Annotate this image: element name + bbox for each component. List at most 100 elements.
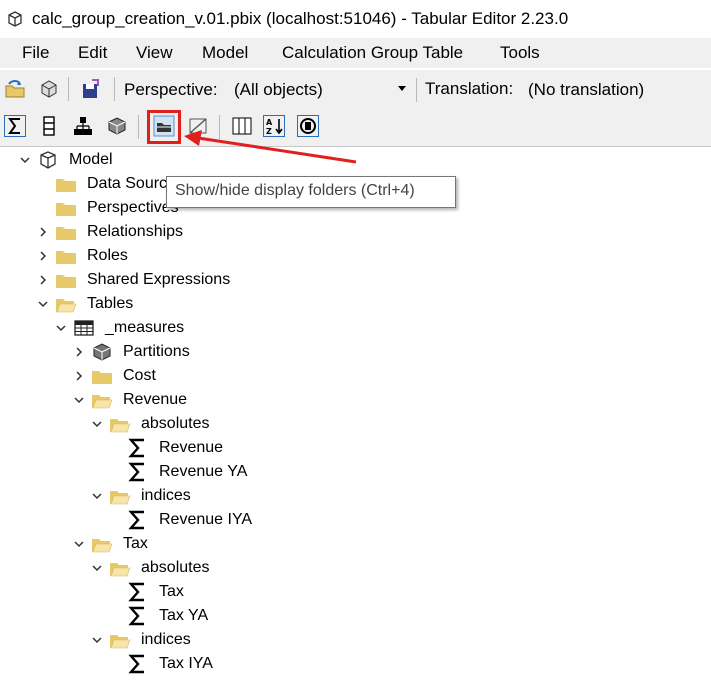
translation-dropdown[interactable]: (No translation)	[528, 76, 711, 102]
folder-open-icon	[110, 491, 131, 505]
tree-node-label: Tax IYA	[159, 655, 213, 672]
tree-node-revenue-absolutes[interactable]: absolutes	[0, 412, 711, 436]
chevron-down-icon[interactable]	[73, 394, 85, 406]
open-model-icon[interactable]	[4, 78, 26, 100]
folder-icon	[56, 275, 76, 288]
tree-node-label: indices	[141, 631, 191, 648]
show-hidden-icon[interactable]	[187, 115, 209, 137]
tree-node-label: Relationships	[87, 223, 184, 240]
tree-node-measure-revenue[interactable]: Revenue	[0, 436, 711, 460]
sigma-icon	[128, 582, 144, 602]
chevron-down-icon[interactable]	[91, 562, 103, 574]
chevron-down-icon[interactable]	[19, 154, 31, 166]
tree-node-cost[interactable]: Cost	[0, 364, 711, 388]
folder-icon	[56, 227, 76, 240]
svg-text:A: A	[266, 118, 273, 127]
show-columns-icon[interactable]	[38, 115, 60, 137]
tree-node-label: Tables	[87, 295, 134, 312]
chevron-right-icon[interactable]	[73, 346, 85, 358]
tree-node-label: Shared Expressions	[87, 271, 231, 288]
tree-node-measure-revenue-iya[interactable]: Revenue IYA	[0, 508, 711, 532]
toolbar-tree: A Z	[0, 108, 711, 147]
chevron-down-icon[interactable]	[37, 298, 49, 310]
folder-open-icon	[110, 419, 131, 433]
tree-node-label: Perspectives	[87, 199, 179, 216]
tree-node-measure-revenue-ya[interactable]: Revenue YA	[0, 460, 711, 484]
tree-node-revenue-indices[interactable]: indices	[0, 484, 711, 508]
show-all-columns-icon[interactable]	[231, 115, 253, 137]
tree-node-tax-absolutes[interactable]: absolutes	[0, 556, 711, 580]
save-model-icon[interactable]	[80, 78, 102, 100]
show-hierarchies-icon[interactable]	[72, 115, 94, 137]
tree-node-label: indices	[141, 487, 191, 504]
title-bar: calc_group_creation_v.01.pbix (localhost…	[0, 0, 711, 38]
toolbar-separator	[68, 77, 69, 101]
tree-node-tables[interactable]: Tables	[0, 292, 711, 316]
chevron-down-icon[interactable]	[73, 538, 85, 550]
tree-node-measures-table[interactable]: _measures	[0, 316, 711, 340]
menu-tools[interactable]: Tools	[500, 43, 540, 63]
folder-open-icon	[92, 395, 113, 409]
show-partitions-icon[interactable]	[106, 115, 128, 137]
tree-node-tax-indices[interactable]: indices	[0, 628, 711, 652]
model-tree[interactable]: Model Data Sources Perspectives Relation…	[0, 148, 711, 680]
chevron-down-icon[interactable]	[91, 418, 103, 430]
toolbar-separator	[138, 115, 139, 139]
chevron-down-icon	[398, 86, 406, 91]
model-cube-icon	[40, 151, 56, 169]
folder-open-icon	[110, 635, 131, 649]
window-title: calc_group_creation_v.01.pbix (localhost…	[32, 9, 569, 28]
tree-node-relationships[interactable]: Relationships	[0, 220, 711, 244]
tree-node-label: Model	[69, 151, 113, 168]
menu-view[interactable]: View	[136, 43, 173, 63]
folder-open-icon	[56, 299, 77, 313]
tree-node-partitions[interactable]: Partitions	[0, 340, 711, 364]
chevron-right-icon[interactable]	[37, 274, 49, 286]
menu-model[interactable]: Model	[202, 43, 248, 63]
table-icon	[74, 320, 94, 336]
tree-node-model[interactable]: Model	[0, 148, 711, 172]
chevron-down-icon[interactable]	[91, 490, 103, 502]
tree-node-label: Tax	[159, 583, 184, 600]
tree-node-revenue-folder[interactable]: Revenue	[0, 388, 711, 412]
tree-node-measure-tax[interactable]: Tax	[0, 580, 711, 604]
annotation-highlight-box	[147, 110, 181, 144]
tree-node-label: absolutes	[141, 415, 210, 432]
tree-node-label: Revenue YA	[159, 463, 248, 480]
chevron-right-icon[interactable]	[37, 226, 49, 238]
chevron-right-icon[interactable]	[73, 370, 85, 382]
chevron-right-icon[interactable]	[37, 250, 49, 262]
chevron-down-icon[interactable]	[91, 634, 103, 646]
tabular-editor-app-icon	[8, 11, 22, 27]
tree-node-tax-folder[interactable]: Tax	[0, 532, 711, 556]
folder-icon	[56, 203, 76, 216]
perspective-value: (All objects)	[234, 80, 323, 99]
show-metadata-icon[interactable]	[297, 115, 319, 137]
menu-calculation-group-table[interactable]: Calculation Group Table	[282, 43, 463, 63]
perspective-dropdown[interactable]: (All objects)	[234, 76, 410, 102]
show-measures-icon[interactable]	[4, 115, 26, 137]
tree-node-measure-tax-ya[interactable]: Tax YA	[0, 604, 711, 628]
display-folders-tooltip: Show/hide display folders (Ctrl+4)	[166, 176, 456, 208]
menu-bar: File Edit View Model Calculation Group T…	[0, 38, 711, 68]
folder-icon	[56, 251, 76, 264]
sort-alphabetically-icon[interactable]: A Z	[263, 115, 285, 137]
tree-node-shared-expressions[interactable]: Shared Expressions	[0, 268, 711, 292]
perspective-label: Perspective:	[124, 80, 218, 99]
tree-node-label: Revenue	[123, 391, 188, 408]
menu-edit[interactable]: Edit	[78, 43, 107, 63]
toolbar-separator	[114, 77, 115, 101]
chevron-down-icon[interactable]	[55, 322, 67, 334]
tree-node-roles[interactable]: Roles	[0, 244, 711, 268]
partitions-icon	[93, 343, 111, 361]
tree-node-label: Tax YA	[159, 607, 209, 624]
folder-open-icon	[92, 539, 113, 553]
deploy-model-icon[interactable]	[38, 78, 60, 100]
tree-node-label: Cost	[123, 367, 156, 384]
menu-file[interactable]: File	[22, 43, 49, 63]
sigma-icon	[128, 462, 144, 482]
sigma-icon	[128, 510, 144, 530]
tree-node-label: _measures	[105, 319, 185, 336]
tree-node-measure-tax-iya[interactable]: Tax IYA	[0, 652, 711, 676]
sigma-icon	[128, 606, 144, 626]
